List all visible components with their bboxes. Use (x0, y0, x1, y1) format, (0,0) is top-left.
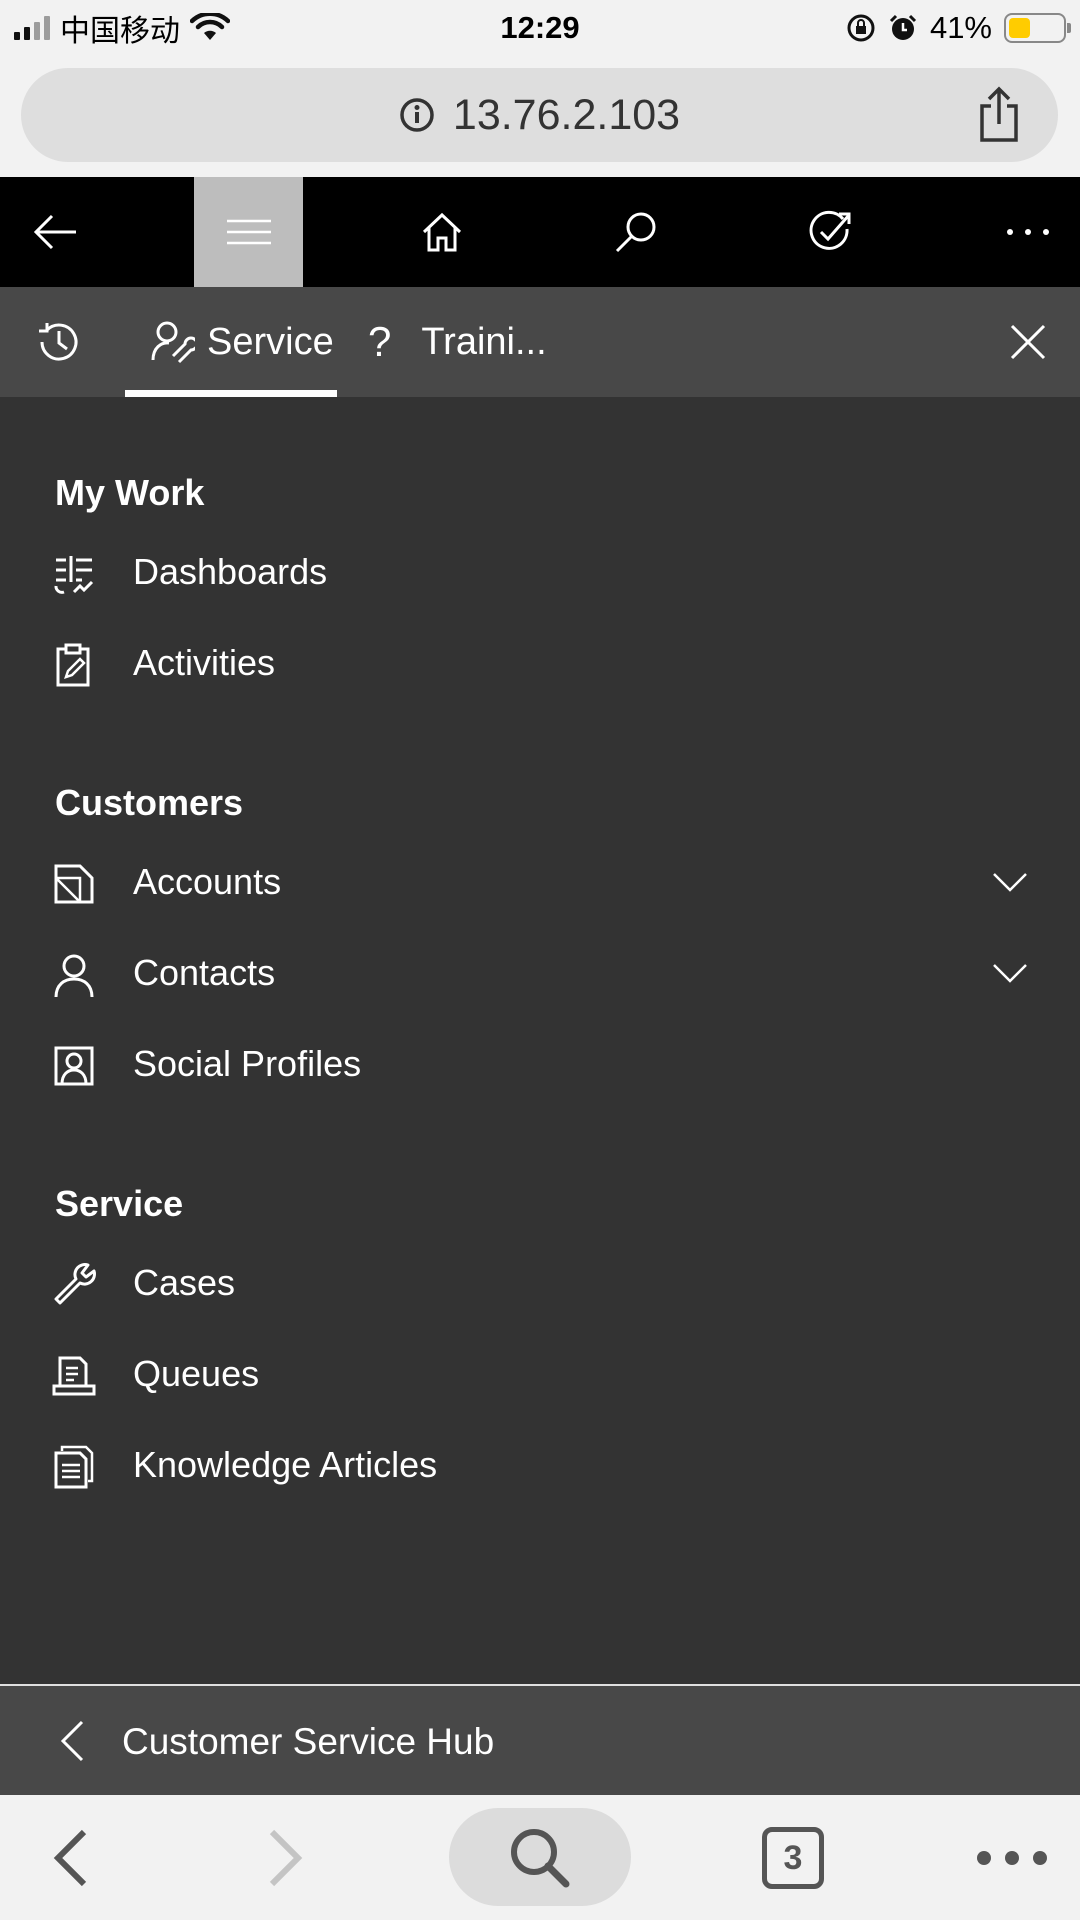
close-icon (1010, 324, 1046, 360)
chevron-down-icon[interactable] (992, 957, 1028, 989)
sitemap-menu-button[interactable] (194, 177, 303, 287)
app-top-nav (0, 177, 1080, 287)
dashboard-icon (54, 556, 94, 594)
task-icon (809, 210, 851, 250)
search-button[interactable] (586, 177, 686, 287)
share-icon[interactable] (974, 86, 1024, 144)
status-bar: 中国移动 12:29 41% (0, 0, 1080, 56)
sitemap-item-label: Dashboards (133, 551, 328, 592)
menu-icon (226, 219, 271, 245)
sitemap-item-label: Activities (133, 642, 276, 683)
browser-back-button[interactable] (40, 1795, 100, 1920)
chevron-down-icon[interactable] (992, 866, 1028, 898)
area-switcher-label: Customer Service Hub (122, 1721, 495, 1762)
close-sitemap-button[interactable] (1000, 287, 1056, 397)
sitemap-item-label: Queues (133, 1353, 260, 1394)
sitemap-item-activities[interactable]: Activities (0, 623, 1080, 703)
address-bar[interactable]: 13.76.2.103 (21, 68, 1058, 162)
sitemap-item-label: Social Profiles (133, 1043, 362, 1084)
battery-percentage: 41% (929, 10, 992, 45)
more-button[interactable] (978, 177, 1078, 287)
url-text[interactable]: 13.76.2.103 (453, 91, 680, 140)
sitemap-item-contacts[interactable]: Contacts (0, 933, 1080, 1013)
tab-service-label: Service (207, 320, 334, 363)
back-button[interactable] (0, 177, 110, 287)
sitemap-item-accounts[interactable]: Accounts (0, 842, 1080, 922)
sitemap-item-label: Knowledge Articles (133, 1444, 438, 1485)
sitemap-tab-strip: Service ? Traini... (0, 287, 1080, 397)
search-icon (615, 212, 656, 253)
alarm-icon (889, 14, 917, 40)
tab-training-label: Traini... (421, 320, 547, 363)
wrench-icon (54, 1263, 96, 1305)
activities-icon (56, 643, 90, 687)
sitemap-item-cases[interactable]: Cases (0, 1243, 1080, 1323)
battery-icon (1004, 13, 1071, 43)
sitemap-panel: My Work Dashboards Activities Customers … (0, 397, 1080, 1685)
task-flow-button[interactable] (780, 177, 880, 287)
browser-search-button[interactable] (449, 1808, 631, 1906)
group-title-customers: Customers (55, 782, 244, 823)
more-icon (1007, 229, 1049, 235)
sitemap-item-dashboards[interactable]: Dashboards (0, 532, 1080, 612)
tabs-count-button[interactable]: 3 (762, 1827, 824, 1889)
browser-forward-button[interactable] (256, 1795, 316, 1920)
browser-toolbar: 3 (0, 1795, 1080, 1920)
chevron-left-icon (53, 1829, 87, 1886)
tab-training[interactable]: ? Traini... (368, 287, 548, 397)
tab-service[interactable]: Service (125, 287, 337, 397)
back-arrow-icon (33, 214, 76, 250)
sitemap-item-knowledge-articles[interactable]: Knowledge Articles (0, 1425, 1080, 1505)
tab-recent[interactable] (36, 287, 92, 397)
group-title-my-work: My Work (55, 472, 205, 513)
queue-icon (52, 1356, 96, 1396)
home-icon (422, 212, 462, 252)
knowledge-article-icon (54, 1445, 94, 1489)
rotation-lock-icon (847, 14, 875, 42)
sitemap-item-label: Contacts (133, 952, 276, 993)
accounts-icon (54, 864, 94, 904)
chevron-right-icon (269, 1829, 303, 1886)
browser-address-area: 13.76.2.103 (0, 56, 1080, 177)
home-button[interactable] (392, 177, 492, 287)
sitemap-item-label: Accounts (133, 861, 282, 902)
contact-icon (54, 954, 94, 997)
more-icon (977, 1850, 1047, 1865)
group-title-service: Service (55, 1183, 184, 1224)
recent-icon (39, 323, 78, 361)
sitemap-item-social-profiles[interactable]: Social Profiles (0, 1024, 1080, 1104)
info-icon[interactable] (399, 97, 435, 133)
browser-more-button[interactable] (976, 1795, 1048, 1920)
sitemap-item-label: Cases (133, 1262, 236, 1303)
help-icon: ? (368, 318, 392, 365)
area-switcher[interactable]: Customer Service Hub (0, 1684, 1080, 1795)
service-icon (151, 321, 195, 364)
sitemap-item-queues[interactable]: Queues (0, 1334, 1080, 1414)
social-profile-icon (54, 1046, 94, 1086)
search-icon (511, 1829, 570, 1888)
chevron-left-icon (60, 1720, 84, 1762)
